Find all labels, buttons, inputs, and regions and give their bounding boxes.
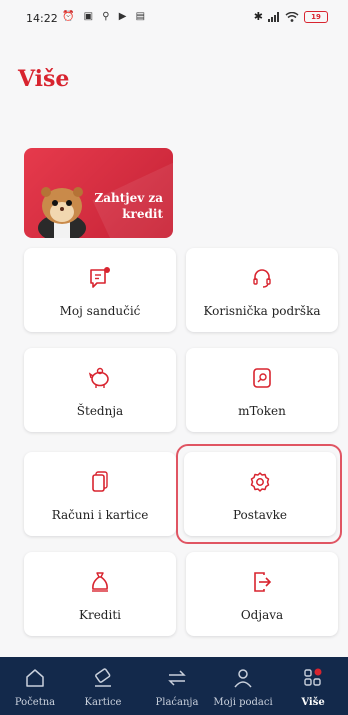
tile-korisnicka-podrska[interactable]: Korisnička podrška <box>186 248 338 332</box>
system-icons: ✱ 19 <box>254 10 328 23</box>
nav-placanja[interactable]: Plaćanja <box>142 657 212 715</box>
battery-indicator: 19 <box>304 10 328 23</box>
more-grid-icon <box>304 668 322 686</box>
nav-kartice[interactable]: Kartice <box>68 657 138 715</box>
tile-stednja[interactable]: Štednja <box>24 348 176 432</box>
tile-mtoken[interactable]: mToken <box>186 348 338 432</box>
tile-label: Odjava <box>240 608 284 622</box>
notification-badge <box>104 267 110 273</box>
selection-highlight <box>176 444 342 544</box>
tile-label: mToken <box>238 404 286 418</box>
nav-label: Moji podaci <box>213 697 273 708</box>
nav-label: Plaćanja <box>155 697 199 708</box>
promo-text: Zahtjev za kredit <box>94 191 163 221</box>
tile-racuni-i-kartice[interactable]: Računi i kartice <box>24 452 176 536</box>
tile-label: Krediti <box>79 608 121 622</box>
nav-label: Početna <box>14 697 56 708</box>
tile-label: Štednja <box>76 404 124 418</box>
loan-request-promo[interactable]: Zahtjev za kredit <box>24 148 173 238</box>
transfer-icon <box>168 670 186 686</box>
nav-vise[interactable]: Više <box>278 657 348 715</box>
nav-pocetna[interactable]: Početna <box>0 657 70 715</box>
bluetooth-icon: ✱ <box>253 10 263 23</box>
signal-icon <box>268 11 279 22</box>
card-icon <box>95 668 111 687</box>
wifi-icon <box>285 11 299 22</box>
user-icon <box>234 669 252 688</box>
tile-label: Računi i kartice <box>51 508 149 522</box>
notification-icons: ⏰ ▣ ⚲ ▶ ▤ <box>62 11 149 22</box>
message-inbox-icon <box>90 267 110 288</box>
tile-label: Moj sandučić <box>59 304 141 318</box>
home-icon <box>26 669 44 687</box>
headset-icon <box>253 269 271 288</box>
status-time: 14:22 <box>26 12 58 25</box>
tile-odjava[interactable]: Odjava <box>186 552 338 636</box>
piggy-bank-icon <box>88 367 109 388</box>
nav-moji-podaci[interactable]: Moji podaci <box>208 657 278 715</box>
bottom-nav: Početna Kartice Plaćanja Moji podaci Viš… <box>0 657 348 715</box>
tile-label: Korisnička podrška <box>203 304 321 318</box>
nav-label: Više <box>301 697 325 708</box>
notification-badge <box>314 668 322 676</box>
mtoken-icon <box>253 368 271 388</box>
logout-icon <box>254 572 272 592</box>
nav-label: Kartice <box>84 697 122 708</box>
status-bar: 14:22 ⏰ ▣ ⚲ ▶ ▤ ✱ 19 <box>0 0 348 36</box>
cards-icon <box>92 471 108 492</box>
money-bag-icon <box>92 572 108 592</box>
tile-krediti[interactable]: Krediti <box>24 552 176 636</box>
page-title: Više <box>18 66 70 92</box>
tile-moj-sanducic[interactable]: Moj sandučić <box>24 248 176 332</box>
